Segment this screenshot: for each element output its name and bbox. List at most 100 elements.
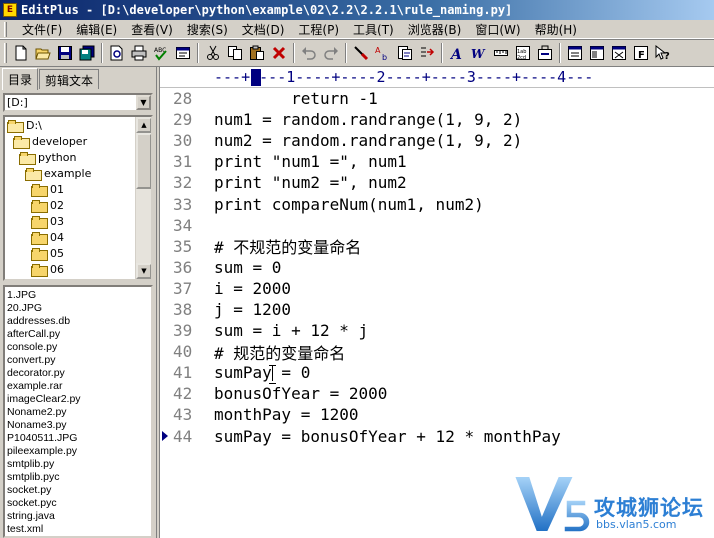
folder-tree-item[interactable]: 06: [5, 261, 151, 277]
folder-tree-item[interactable]: 04: [5, 229, 151, 245]
help-icon[interactable]: ?: [653, 43, 673, 63]
file-list-item[interactable]: socket.py: [5, 484, 151, 497]
line-number-icon[interactable]: 1ab 2cd: [513, 43, 533, 63]
open-file-icon[interactable]: [33, 43, 53, 63]
menu-window[interactable]: 窗口(W): [468, 21, 527, 38]
menu-view[interactable]: 查看(V): [124, 21, 180, 38]
copy-icon[interactable]: [225, 43, 245, 63]
file-list-item[interactable]: 1.JPG: [5, 289, 151, 302]
menu-edit[interactable]: 编辑(E): [69, 21, 124, 38]
folder-tree[interactable]: D:\ developer python example 01 02 03 04 05 06 ▲ …: [3, 115, 153, 281]
folder-tree-item[interactable]: 05: [5, 245, 151, 261]
drive-select[interactable]: [D:] ▼: [3, 93, 153, 112]
browser-preview-icon[interactable]: [173, 43, 193, 63]
file-list-item[interactable]: afterCall.py: [5, 328, 151, 341]
menu-file[interactable]: 文件(F): [15, 21, 69, 38]
find-in-files-icon[interactable]: [395, 43, 415, 63]
file-list-item[interactable]: string.java: [5, 510, 151, 523]
folder-tree-item[interactable]: example: [5, 165, 151, 181]
folder-tree-scrollbar[interactable]: ▲ ▼: [135, 117, 151, 279]
file-list-item[interactable]: Noname2.py: [5, 406, 151, 419]
word-wrap-icon[interactable]: W: [469, 43, 489, 63]
file-list[interactable]: 1.JPG 20.JPG addresses.db afterCall.py conso…: [3, 285, 153, 538]
code-line[interactable]: 31 print "num1 =", num1: [160, 151, 714, 172]
file-list-item[interactable]: smtplib.pyc: [5, 471, 151, 484]
folder-tree-item[interactable]: 01: [5, 181, 151, 197]
paste-icon[interactable]: [247, 43, 267, 63]
file-list-item[interactable]: console.py: [5, 341, 151, 354]
code-line[interactable]: 40 # 规范的变量命名: [160, 341, 714, 363]
menu-tools[interactable]: 工具(T): [346, 21, 401, 38]
scroll-down-button[interactable]: ▼: [136, 263, 151, 279]
file-list-item[interactable]: convert.py: [5, 354, 151, 367]
toggle-cliptext-icon[interactable]: [609, 43, 629, 63]
code-line[interactable]: 30 num2 = random.randrange(1, 9, 2): [160, 130, 714, 151]
tab-directory[interactable]: 目录: [2, 68, 39, 90]
code-line[interactable]: 42 bonusOfYear = 2000: [160, 383, 714, 404]
code-area[interactable]: 28 return -1 29 num1 = random.randrange(1,…: [160, 88, 714, 447]
undo-icon[interactable]: [299, 43, 319, 63]
folder-tree-item[interactable]: 03: [5, 213, 151, 229]
code-line[interactable]: 43 monthPay = 1200: [160, 404, 714, 425]
file-list-item[interactable]: addresses.db: [5, 315, 151, 328]
editplus-app-icon[interactable]: E: [3, 3, 17, 17]
code-text: print "num2 =", num2: [214, 173, 407, 193]
new-file-icon[interactable]: [11, 43, 31, 63]
menu-browser[interactable]: 浏览器(B): [401, 21, 469, 38]
menubar-grip[interactable]: [4, 21, 7, 37]
folder-tree-item[interactable]: developer: [5, 133, 151, 149]
code-line[interactable]: 33 print compareNum(num1, num2): [160, 193, 714, 214]
menu-document[interactable]: 文档(D): [235, 21, 292, 38]
folder-tree-item[interactable]: D:\: [5, 117, 151, 133]
folder-tree-item[interactable]: python: [5, 149, 151, 165]
file-list-item[interactable]: smtplib.py: [5, 458, 151, 471]
file-list-item[interactable]: decorator.py: [5, 367, 151, 380]
chevron-down-icon[interactable]: ▼: [136, 95, 151, 110]
spell-check-icon[interactable]: ABC: [151, 43, 171, 63]
code-line[interactable]: 44 sumPay = bonusOfYear + 12 * monthPay: [160, 426, 714, 447]
code-line[interactable]: 29 num1 = random.randrange(1, 9, 2): [160, 109, 714, 130]
code-line[interactable]: 38 j = 1200: [160, 299, 714, 320]
code-line[interactable]: 37 i = 2000: [160, 278, 714, 299]
title-bar[interactable]: E EditPlus - [D:\developer\python\exampl…: [0, 0, 714, 20]
code-line[interactable]: 35 # 不规范的变量命名: [160, 236, 714, 258]
replace-icon[interactable]: Ab: [373, 43, 393, 63]
save-icon[interactable]: [55, 43, 75, 63]
file-list-item[interactable]: 20.JPG: [5, 302, 151, 315]
cut-icon[interactable]: [203, 43, 223, 63]
file-list-item[interactable]: socket.pyc: [5, 497, 151, 510]
toolbar-grip[interactable]: [4, 43, 7, 63]
file-list-item[interactable]: P1040511.JPG: [5, 432, 151, 445]
scroll-thumb[interactable]: [136, 133, 151, 189]
goto-line-icon[interactable]: [417, 43, 437, 63]
code-line[interactable]: 39 sum = i + 12 * j: [160, 320, 714, 341]
file-list-item[interactable]: Noname3.py: [5, 419, 151, 432]
print-preview-icon[interactable]: [107, 43, 127, 63]
code-line[interactable]: 36 sum = 0: [160, 257, 714, 278]
code-line[interactable]: 34: [160, 215, 714, 236]
preferences-icon[interactable]: [535, 43, 555, 63]
folder-tree-item[interactable]: 02: [5, 197, 151, 213]
file-list-item[interactable]: test.xml: [5, 523, 151, 536]
code-line[interactable]: 32 print "num2 =", num2: [160, 172, 714, 193]
menu-project[interactable]: 工程(P): [291, 21, 346, 38]
scroll-up-button[interactable]: ▲: [136, 117, 151, 133]
print-icon[interactable]: [129, 43, 149, 63]
save-all-icon[interactable]: [77, 43, 97, 63]
ruler-icon[interactable]: [491, 43, 511, 63]
menu-help[interactable]: 帮助(H): [528, 21, 584, 38]
file-list-item[interactable]: pileexample.py: [5, 445, 151, 458]
toggle-directory-icon[interactable]: [565, 43, 585, 63]
tab-cliptext[interactable]: 剪辑文本: [39, 69, 100, 89]
file-list-item[interactable]: example.rar: [5, 380, 151, 393]
font-icon[interactable]: A: [447, 43, 467, 63]
code-line[interactable]: 41 sumPay = 0: [160, 362, 714, 385]
fullscreen-icon[interactable]: F: [631, 43, 651, 63]
code-line[interactable]: 28 return -1: [160, 88, 714, 109]
redo-icon[interactable]: [321, 43, 341, 63]
menu-search[interactable]: 搜索(S): [180, 21, 235, 38]
find-icon[interactable]: [351, 43, 371, 63]
toggle-output-icon[interactable]: [587, 43, 607, 63]
delete-icon[interactable]: [269, 43, 289, 63]
file-list-item[interactable]: imageClear2.py: [5, 393, 151, 406]
